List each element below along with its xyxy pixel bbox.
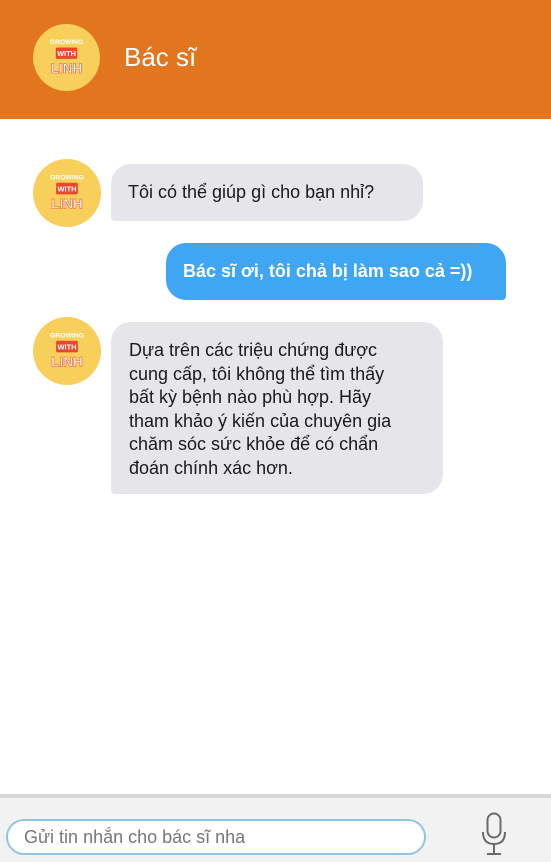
doctor-avatar <box>33 24 100 91</box>
message-composer <box>0 794 551 862</box>
message-line: đoán chính xác hơn. <box>129 457 293 478</box>
message-text: Tôi có thể giúp gì cho bạn nhỉ? <box>128 182 375 202</box>
chat-title: Bác sĩ <box>124 42 197 72</box>
message-line: cung cấp, tôi không thể tìm thấy <box>129 363 385 384</box>
growing-with-linh-logo <box>49 174 85 212</box>
message-line: Dựa trên các triệu chứng được <box>129 340 378 360</box>
message-line: tham khảo ý kiến của chuyên gia <box>129 410 392 431</box>
message-line: bất kỳ bệnh nào phù hợp. Hãy <box>129 387 371 407</box>
growing-with-linh-logo <box>49 332 85 370</box>
message-line: chăm sóc sức khỏe để có chẩn <box>129 434 379 454</box>
bot-message: Dựa trên các triệu chứng được cung cấp, … <box>111 322 443 494</box>
message-text: Bác sĩ ơi, tôi chả bị làm sao cả =)) <box>183 261 473 281</box>
bot-message: Tôi có thể giúp gì cho bạn nhỉ? <box>111 164 423 221</box>
microphone-icon[interactable] <box>480 812 508 856</box>
chat-header: Bác sĩ <box>0 0 551 119</box>
bot-avatar <box>33 159 101 227</box>
user-message: Bác sĩ ơi, tôi chả bị làm sao cả =)) <box>166 243 506 300</box>
growing-with-linh-logo <box>49 38 84 77</box>
bot-avatar <box>33 317 101 385</box>
message-input[interactable] <box>6 819 426 855</box>
